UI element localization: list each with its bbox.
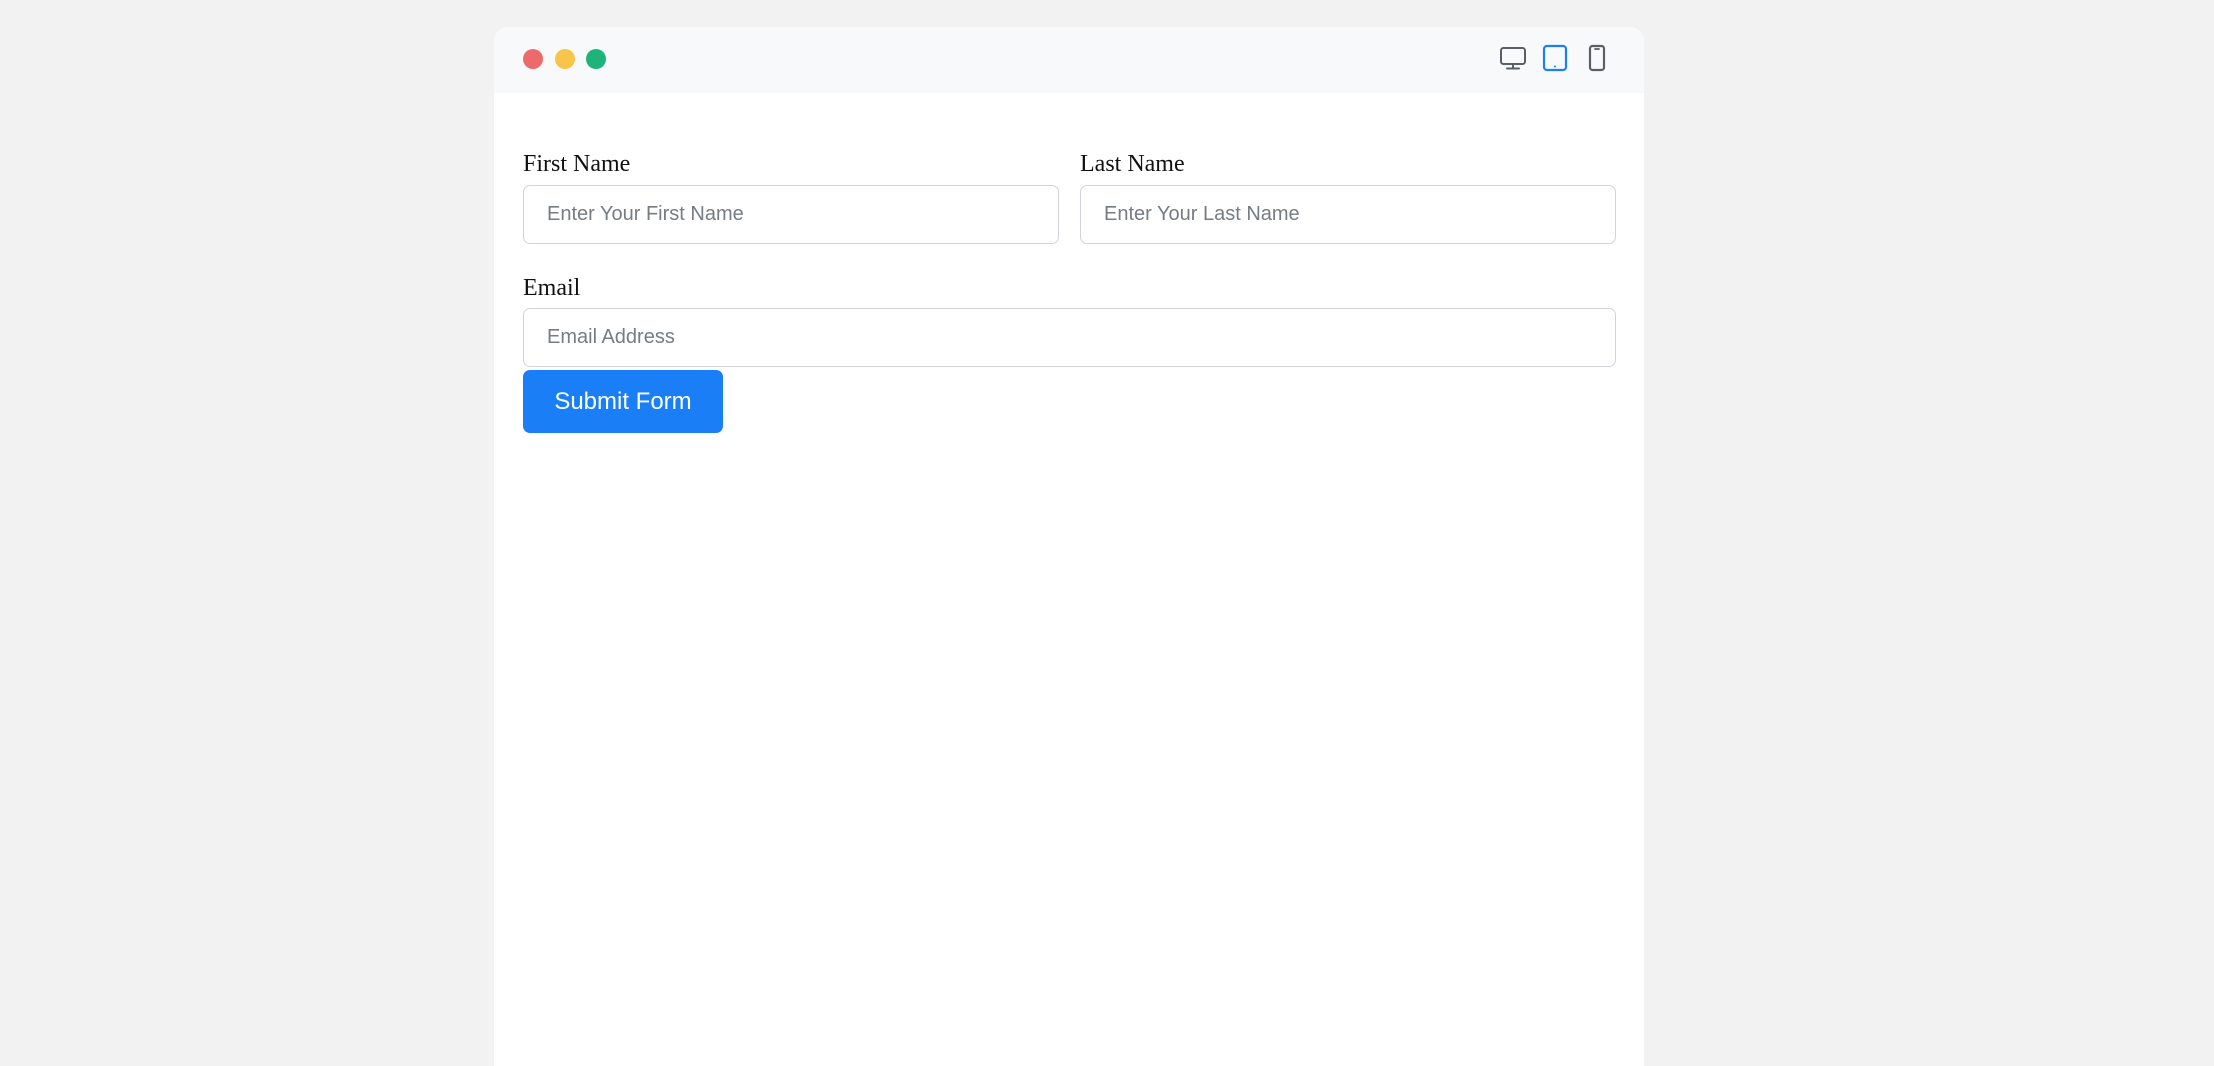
- window-titlebar: [494, 27, 1644, 93]
- email-label: Email: [523, 275, 581, 301]
- maximize-window-dot[interactable]: [586, 49, 606, 69]
- first-name-input[interactable]: [523, 185, 1059, 244]
- phone-icon[interactable]: [1582, 43, 1612, 73]
- close-window-dot[interactable]: [523, 49, 543, 69]
- submit-form-button[interactable]: Submit Form: [523, 370, 723, 433]
- first-name-label: First Name: [523, 151, 631, 177]
- last-name-input[interactable]: [1080, 185, 1616, 244]
- browser-window: First Name Last Name Email Submit Form: [494, 27, 1644, 1066]
- last-name-label: Last Name: [1080, 151, 1185, 177]
- minimize-window-dot[interactable]: [555, 49, 575, 69]
- tablet-icon[interactable]: [1540, 43, 1570, 73]
- email-input[interactable]: [523, 308, 1616, 367]
- monitor-icon[interactable]: [1498, 43, 1528, 73]
